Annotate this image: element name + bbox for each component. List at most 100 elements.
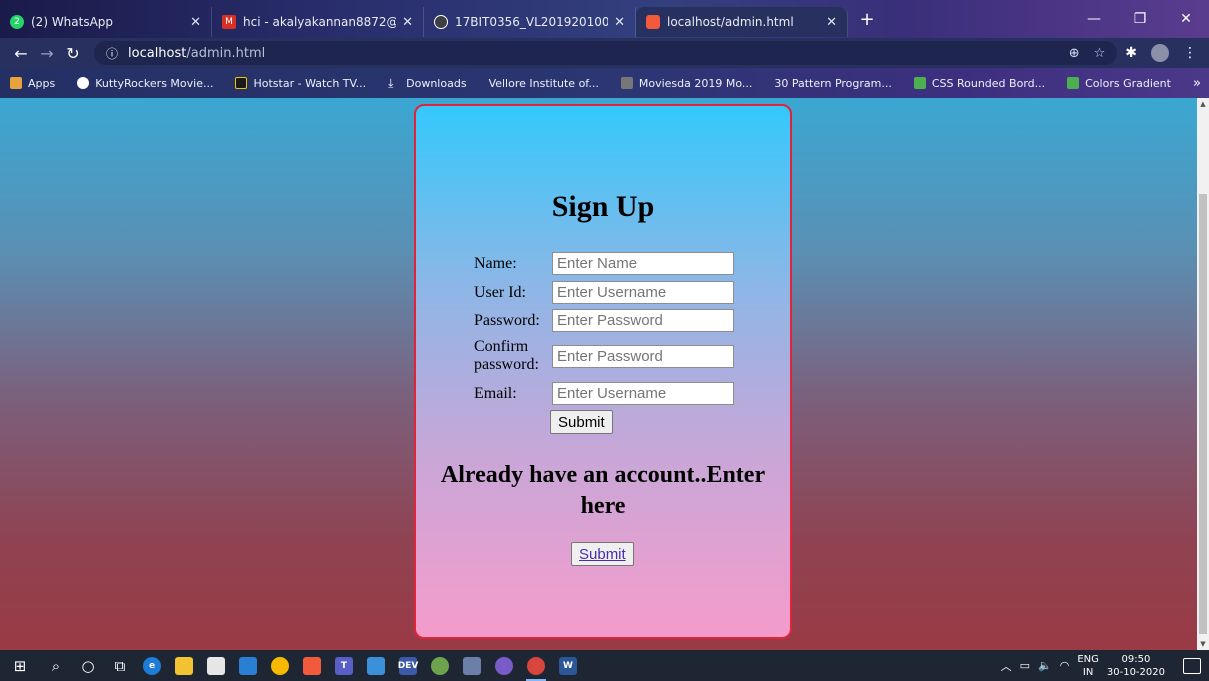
app-circle-icon[interactable]: [488, 650, 520, 681]
bookmark-kuttyrockers[interactable]: KuttyRockers Movie...: [77, 77, 213, 90]
bookmark-moviesda[interactable]: Moviesda 2019 Mo...: [620, 77, 752, 90]
userid-label: User Id:: [474, 283, 526, 301]
media-icon[interactable]: [456, 650, 488, 681]
chevron-up-icon[interactable]: ︿: [1001, 658, 1012, 674]
password-row: Password:: [474, 309, 734, 332]
clock[interactable]: 09:50 30-10-2020: [1107, 653, 1165, 679]
back-icon[interactable]: ←: [8, 44, 34, 63]
gmail-icon: M: [222, 15, 236, 29]
reload-icon[interactable]: ↻: [60, 44, 86, 63]
close-tab-icon[interactable]: ✕: [190, 15, 201, 30]
signup-card: Sign Up Name: User Id: Password: Confirm…: [414, 104, 792, 639]
email-label: Email:: [474, 384, 517, 402]
bookmarks-bar: Apps KuttyRockers Movie... Hotstar - Wat…: [0, 68, 1209, 98]
password-label: Password:: [474, 311, 540, 329]
forward-icon[interactable]: →: [34, 44, 60, 63]
page-icon: [620, 77, 633, 89]
word-icon[interactable]: W: [552, 650, 584, 681]
codepen-icon: [646, 15, 660, 29]
password-input[interactable]: [552, 309, 734, 332]
scrollbar-thumb[interactable]: [1199, 194, 1207, 634]
avatar[interactable]: [1151, 44, 1169, 62]
bookmark-vit[interactable]: Vellore Institute of...: [489, 77, 599, 90]
globe-icon: [434, 15, 448, 29]
userid-row: User Id:: [474, 281, 734, 304]
hotstar-icon: [235, 77, 248, 89]
confirm-password-label: Confirm password:: [474, 338, 539, 373]
zoom-icon[interactable]: ⊕: [1069, 46, 1080, 61]
minimize-icon[interactable]: —: [1071, 0, 1117, 38]
download-icon: ⤓: [388, 76, 394, 90]
name-row: Name:: [474, 252, 734, 275]
bookmark-colors-gradient[interactable]: Colors Gradient: [1067, 77, 1171, 90]
close-tab-icon[interactable]: ✕: [402, 15, 413, 30]
submit-button[interactable]: Submit: [550, 410, 613, 434]
confirm-password-row: Confirm password:: [474, 338, 734, 374]
3d-box-icon[interactable]: [360, 650, 392, 681]
chrome-active-icon[interactable]: [520, 650, 552, 681]
chrome-icon[interactable]: [264, 650, 296, 681]
scroll-down-icon[interactable]: ▼: [1197, 638, 1209, 650]
w3schools-icon: [913, 77, 926, 89]
email-row: Email:: [474, 382, 734, 405]
star-icon[interactable]: ☆: [1094, 46, 1106, 61]
tab-localhost[interactable]: localhost/admin.html ✕: [636, 7, 848, 37]
apps-grid-icon: [10, 77, 22, 89]
bookmark-apps[interactable]: Apps: [10, 77, 55, 90]
mail-icon[interactable]: [232, 650, 264, 681]
email-input[interactable]: [552, 382, 734, 405]
close-tab-icon[interactable]: ✕: [614, 15, 625, 30]
tab-document[interactable]: 17BIT0356_VL2019201006617_PE ✕: [424, 7, 636, 37]
close-tab-icon[interactable]: ✕: [826, 15, 837, 30]
restore-icon[interactable]: ❐: [1117, 0, 1163, 38]
task-view-icon[interactable]: ⧉: [104, 650, 136, 681]
tab-title: (2) WhatsApp: [31, 15, 114, 29]
confirm-password-input[interactable]: [552, 344, 734, 368]
paint-icon[interactable]: [424, 650, 456, 681]
scroll-up-icon[interactable]: ▲: [1197, 98, 1209, 110]
address-bar[interactable]: ⓘ localhost/admin.html ⊕ ☆: [94, 41, 1118, 65]
search-icon[interactable]: ⌕: [40, 650, 72, 681]
more-bookmarks-icon[interactable]: »: [1193, 76, 1201, 91]
name-input[interactable]: [552, 252, 734, 275]
tab-title: localhost/admin.html: [667, 15, 794, 29]
bookmark-pattern[interactable]: 30 Pattern Program...: [774, 77, 891, 90]
w3schools-icon: [1067, 77, 1080, 89]
taskbar: ⊞ ⌕ ○ ⧉ e T DEV W ︿ ▭ 🔈 ◠ ENG IN 09:50 3…: [0, 650, 1209, 681]
tab-title: 17BIT0356_VL2019201006617_PE: [455, 15, 609, 29]
vertical-scrollbar[interactable]: ▲ ▼: [1197, 98, 1209, 650]
tab-whatsapp[interactable]: 2 (2) WhatsApp ✕: [0, 7, 212, 37]
file-explorer-icon[interactable]: [168, 650, 200, 681]
whatsapp-icon: 2: [10, 15, 24, 29]
edge-icon[interactable]: e: [136, 650, 168, 681]
cortana-icon[interactable]: ○: [72, 650, 104, 681]
new-tab-button[interactable]: +: [854, 6, 880, 32]
store-icon[interactable]: [200, 650, 232, 681]
tab-title: hci - akalyakannan8872@gmail.c: [243, 15, 396, 29]
extensions-icon[interactable]: ✱: [1125, 45, 1137, 61]
teams-icon[interactable]: T: [328, 650, 360, 681]
dev-icon[interactable]: DEV: [392, 650, 424, 681]
page-title: Sign Up: [551, 190, 655, 223]
battery-icon[interactable]: ▭: [1020, 659, 1030, 672]
url-path: /admin.html: [186, 45, 266, 61]
info-icon[interactable]: ⓘ: [106, 45, 118, 62]
page-viewport: Sign Up Name: User Id: Password: Confirm…: [0, 98, 1197, 650]
notification-icon[interactable]: [1183, 657, 1201, 674]
bookmark-css-rounded[interactable]: CSS Rounded Bord...: [913, 77, 1045, 90]
bookmark-hotstar[interactable]: Hotstar - Watch TV...: [235, 77, 366, 90]
wifi-icon[interactable]: ◠: [1060, 659, 1070, 672]
login-prompt: Already have an account..Enter here: [440, 462, 766, 519]
volume-icon[interactable]: 🔈: [1038, 659, 1052, 672]
bookmark-downloads[interactable]: ⤓ Downloads: [388, 77, 466, 90]
menu-icon[interactable]: ⋮: [1183, 45, 1197, 61]
tab-gmail[interactable]: M hci - akalyakannan8872@gmail.c ✕: [212, 7, 424, 37]
windows-start-icon[interactable]: ⊞: [0, 650, 40, 681]
codepen-icon[interactable]: [296, 650, 328, 681]
url-host: localhost: [128, 45, 187, 61]
userid-input[interactable]: [552, 281, 734, 304]
language-indicator[interactable]: ENG IN: [1077, 653, 1099, 679]
close-window-icon[interactable]: ✕: [1163, 0, 1209, 38]
login-submit-button[interactable]: Submit: [571, 542, 634, 566]
globe-icon: [77, 77, 90, 89]
